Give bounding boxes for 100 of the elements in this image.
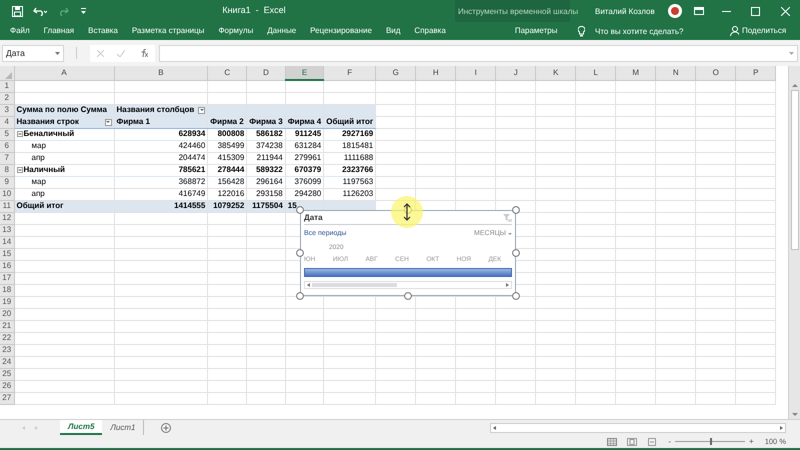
row-header[interactable]: 1 [0,80,14,92]
column-header[interactable]: G [376,66,416,80]
customize-icon[interactable] [81,8,86,14]
row-header[interactable]: 14 [0,236,14,248]
row-header[interactable]: 13 [0,224,14,236]
row-header[interactable]: 25 [0,368,14,380]
column-header[interactable]: F [324,66,376,80]
resize-handle[interactable] [512,249,520,257]
window-title: Книга1 - Excel [221,4,287,18]
expand-icon[interactable] [789,52,794,54]
row-header[interactable]: 21 [0,320,14,332]
column-header[interactable]: H [416,66,456,80]
row-header[interactable]: 7 [0,152,14,164]
column-header[interactable]: N [656,66,696,80]
column-header[interactable]: J [496,66,536,80]
timeline-selection-bar[interactable] [304,268,512,276]
resize-handle[interactable] [512,206,520,214]
filter-button[interactable] [104,118,112,126]
column-header[interactable]: O [696,66,736,80]
row-header[interactable]: 26 [0,380,14,392]
minimize-icon[interactable] [722,11,731,13]
scroll-right-icon[interactable] [780,426,783,430]
scroll-down-icon[interactable] [792,413,798,416]
ribbon-tab[interactable]: Параметры [494,25,578,37]
row-header[interactable]: 11 [0,200,14,212]
filter-button[interactable] [198,106,206,114]
row-header[interactable]: 12 [0,212,14,224]
row-header[interactable]: 8 [0,164,14,176]
scrollbar-thumb[interactable] [790,90,798,250]
resize-handle[interactable] [512,292,520,300]
column-header[interactable]: C [208,66,247,80]
column-header[interactable]: K [536,66,576,80]
column-header[interactable]: I [456,66,496,80]
zoom-out-button[interactable]: - [667,436,672,448]
ribbon-tab[interactable]: Данные [260,25,304,37]
row-header[interactable]: 23 [0,344,14,356]
column-header[interactable]: M [616,66,656,80]
resize-handle[interactable] [296,249,304,257]
ribbon-tab[interactable]: Вид [378,25,408,37]
row-header[interactable]: 20 [0,308,14,320]
ribbon-tab[interactable]: Рецензирование [303,25,379,37]
scrollbar-thumb[interactable] [312,282,397,286]
timeline-scrollbar[interactable] [304,280,512,288]
ribbon-tab[interactable]: Главная [36,25,82,37]
scroll-right-icon[interactable] [506,282,509,286]
dropdown-icon[interactable] [55,52,60,54]
resize-handle[interactable] [404,292,412,300]
maximize-icon[interactable] [751,7,760,16]
row-header[interactable]: 2 [0,92,14,104]
row-header[interactable]: 24 [0,356,14,368]
ribbon-tab[interactable]: Разметка страницы [124,25,212,37]
row-header[interactable]: 3 [0,104,14,116]
row-header[interactable]: 22 [0,332,14,344]
undo-icon[interactable] [33,6,47,16]
normal-view-icon[interactable] [607,438,618,446]
column-label: Фирма 2 [210,117,244,127]
tell-me-field[interactable]: Что вы хотите сделать? [595,26,684,38]
row-header[interactable]: 16 [0,260,14,272]
ribbon-tab[interactable]: Формулы [211,25,260,37]
row-header[interactable]: 5 [0,128,14,140]
row-header[interactable]: 4 [0,116,14,128]
scroll-left-icon[interactable] [307,282,310,286]
row-header[interactable]: 6 [0,140,14,152]
add-sheet-icon[interactable] [161,422,172,432]
column-header[interactable]: L [576,66,616,80]
ribbon-display-icon[interactable] [694,7,704,15]
scroll-up-icon[interactable] [792,84,798,87]
resize-handle[interactable] [296,206,304,214]
avatar-icon[interactable] [668,4,682,18]
row-header[interactable]: 27 [0,392,14,404]
row-header[interactable]: 10 [0,188,14,200]
lightbulb-icon[interactable] [578,26,585,37]
column-header[interactable]: P [736,66,776,80]
zoom-slider-thumb[interactable] [710,438,712,445]
name-box[interactable]: Дата [2,44,64,62]
row-header[interactable]: 19 [0,296,14,308]
share-button[interactable]: Поделиться [730,25,786,37]
ribbon-tab[interactable]: Файл [3,25,37,37]
horizontal-scrollbar[interactable] [490,422,786,432]
row-header[interactable]: 18 [0,284,14,296]
column-header[interactable]: B [114,66,208,80]
page-break-icon[interactable] [647,438,658,446]
column-header[interactable]: A [14,66,114,80]
ribbon-tab[interactable]: Справка [407,25,453,37]
column-header[interactable]: E [285,66,324,80]
collapse-icon[interactable] [16,167,22,173]
page-layout-icon[interactable] [627,438,638,446]
row-header[interactable]: 9 [0,176,14,188]
save-icon[interactable] [12,6,23,16]
column-header[interactable]: D [246,66,286,80]
zoom-in-button[interactable]: + [748,436,755,448]
row-header[interactable]: 17 [0,272,14,284]
close-icon[interactable] [781,7,790,16]
row-header[interactable]: 15 [0,248,14,260]
ribbon-tab[interactable]: Вставка [81,25,125,37]
collapse-icon[interactable] [16,131,22,137]
function-icon[interactable] [139,49,148,57]
scroll-left-icon[interactable] [493,426,496,430]
sheet-tab[interactable]: Лист5 [60,420,102,435]
resize-handle[interactable] [296,292,304,300]
